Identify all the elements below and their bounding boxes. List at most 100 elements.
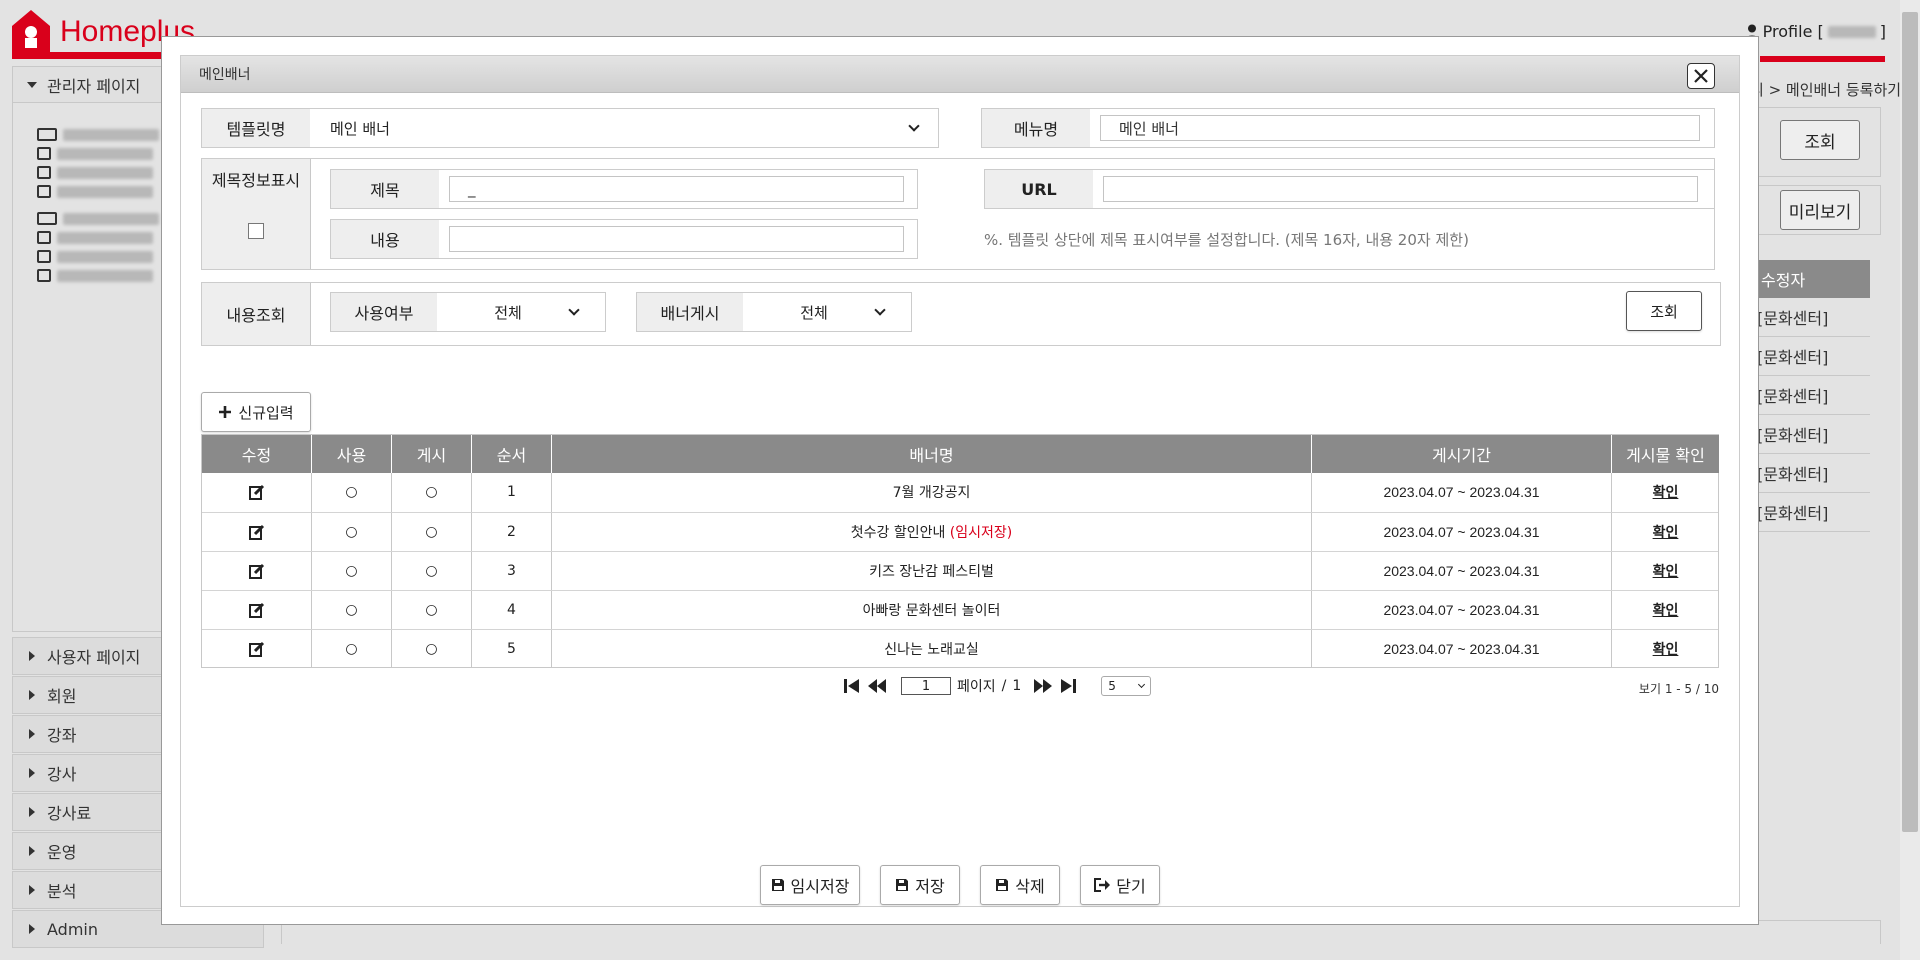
page-number-input[interactable]: 1 [901,677,951,695]
page-scrollbar-thumb[interactable] [1902,12,1918,832]
use-filter-select[interactable]: 전체 [437,293,605,331]
divider [310,283,311,345]
url-input[interactable] [1103,176,1698,202]
banner-name: 첫수강 할인안내 [850,525,950,541]
bg-table-cell: [문화센터] [1757,493,1870,532]
plus-icon [219,406,232,418]
filter-search-button[interactable]: 조회 [1626,291,1702,331]
menu-label: Admin [47,919,98,939]
check-link[interactable]: 확인 [1612,630,1719,668]
floppy-disk-icon [996,879,1009,891]
save-button[interactable]: 저장 [880,865,960,905]
tree-item[interactable] [37,228,159,247]
caret-right-icon [29,729,35,739]
edit-button[interactable] [202,552,311,590]
edit-icon [248,641,264,657]
tree-item[interactable] [37,144,159,163]
tree-item[interactable] [37,182,159,201]
folder-icon [37,212,57,225]
modal-title: 메인배너 [199,67,251,83]
page-separator: / [1001,678,1007,694]
edit-button[interactable] [202,591,311,629]
menu-label: 운영 [47,843,77,862]
bg-search-button[interactable]: 조회 [1780,120,1860,160]
last-page-icon[interactable] [1059,678,1077,694]
check-link[interactable]: 확인 [1612,473,1719,511]
post-cell: ○ [425,602,438,618]
url-label: URL [985,170,1093,208]
edit-button[interactable] [202,473,311,511]
check-link[interactable]: 확인 [1612,591,1719,629]
bg-table-cell: [문화센터] [1757,337,1870,376]
use-cell: ○ [345,563,358,579]
menu-name-input[interactable]: 메인 배너 [1100,115,1700,141]
prev-page-icon[interactable] [867,678,887,694]
check-link-label: 확인 [1652,564,1679,580]
redacted-text [63,212,159,225]
first-page-icon[interactable] [843,678,861,694]
tree-item[interactable] [37,266,159,285]
check-link-label: 확인 [1652,485,1679,501]
new-entry-button[interactable]: 신규입력 [201,392,311,432]
page-icon [37,185,51,198]
post-cell: ○ [425,563,438,579]
tree-folder[interactable] [37,125,159,144]
post-filter-select[interactable]: 전체 [743,293,911,331]
content-input[interactable] [449,226,904,252]
post-filter: 배너게시 전체 [636,292,912,332]
title-display-checkbox[interactable] [248,223,264,239]
bg-table-cell: [문화센터] [1757,376,1870,415]
check-link-label: 확인 [1652,525,1679,541]
bg-table-cell: [문화센터] [1757,454,1870,493]
total-pages: 1 [1012,678,1022,694]
tree-folder[interactable] [37,209,159,228]
template-label: 템플릿명 [202,109,310,147]
col-edit: 수정 [202,435,311,473]
tree-item[interactable] [37,163,159,182]
bg-table: 수정자 [문화센터] [문화센터] [문화센터] [문화센터] [문화센터] [… [1757,260,1870,532]
page-size-select[interactable]: 5 [1101,676,1152,696]
view-summary: 보기 1 - 5 / 10 [1638,682,1719,696]
floppy-disk-icon [771,879,784,891]
chevron-down-icon [1138,680,1146,688]
bg-preview-button[interactable]: 미리보기 [1780,190,1860,230]
subject-input[interactable]: _ [449,176,904,202]
order-cell: 5 [507,641,516,657]
next-page-icon[interactable] [1033,678,1053,694]
modal-content: 메인배너 템플릿명 메인 배너 메뉴명 메인 배너 제목정보표시 제목 _ 내용… [180,55,1740,907]
banner-name-cell: 7월 개강공지 [552,473,1311,511]
edit-icon [248,484,264,500]
title-info-block: 제목정보표시 제목 _ 내용 URL %. 템플릿 상단에 제목 표시여부를 설… [201,158,1715,270]
check-link-label: 확인 [1652,642,1679,658]
template-select[interactable]: 메인 배너 [310,109,938,147]
menu-label: 사용자 페이지 [47,648,141,667]
temp-save-button[interactable]: 임시저장 [760,865,860,905]
main-banner-modal: 메인배너 템플릿명 메인 배너 메뉴명 메인 배너 제목정보표시 제목 _ 내용… [161,36,1759,925]
edit-button[interactable] [202,513,311,551]
tree-item[interactable] [37,247,159,266]
edit-button[interactable] [202,630,311,668]
template-row: 템플릿명 메인 배너 [201,108,939,148]
check-link-label: 확인 [1652,603,1679,619]
redacted-text [57,147,153,160]
delete-button[interactable]: 삭제 [980,865,1060,905]
close-button[interactable]: 닫기 [1080,865,1160,905]
content-label: 내용 [331,220,439,258]
use-cell: ○ [345,602,358,618]
bg-table-header: 수정자 [1757,260,1870,298]
check-link[interactable]: 확인 [1612,513,1719,551]
banner-name-cell: 신나는 노래교실 [552,630,1311,668]
new-entry-label: 신규입력 [238,403,294,422]
page-icon [37,147,51,160]
period-cell: 2023.04.07 ~ 2023.04.31 [1383,524,1540,540]
profile-link[interactable]: Profile [ ] [1744,22,1886,41]
save-label: 저장 [915,877,945,896]
breadcrumb: 리 > 메인배너 등록하기 [1750,81,1902,99]
profile-close: ] [1879,22,1886,41]
modal-close-button[interactable] [1687,63,1715,89]
period-cell: 2023.04.07 ~ 2023.04.31 [1383,563,1540,579]
col-post: 게시 [392,435,471,473]
check-link[interactable]: 확인 [1612,552,1719,590]
page-label: 페이지 [957,679,996,695]
home-logo-icon [12,10,50,54]
